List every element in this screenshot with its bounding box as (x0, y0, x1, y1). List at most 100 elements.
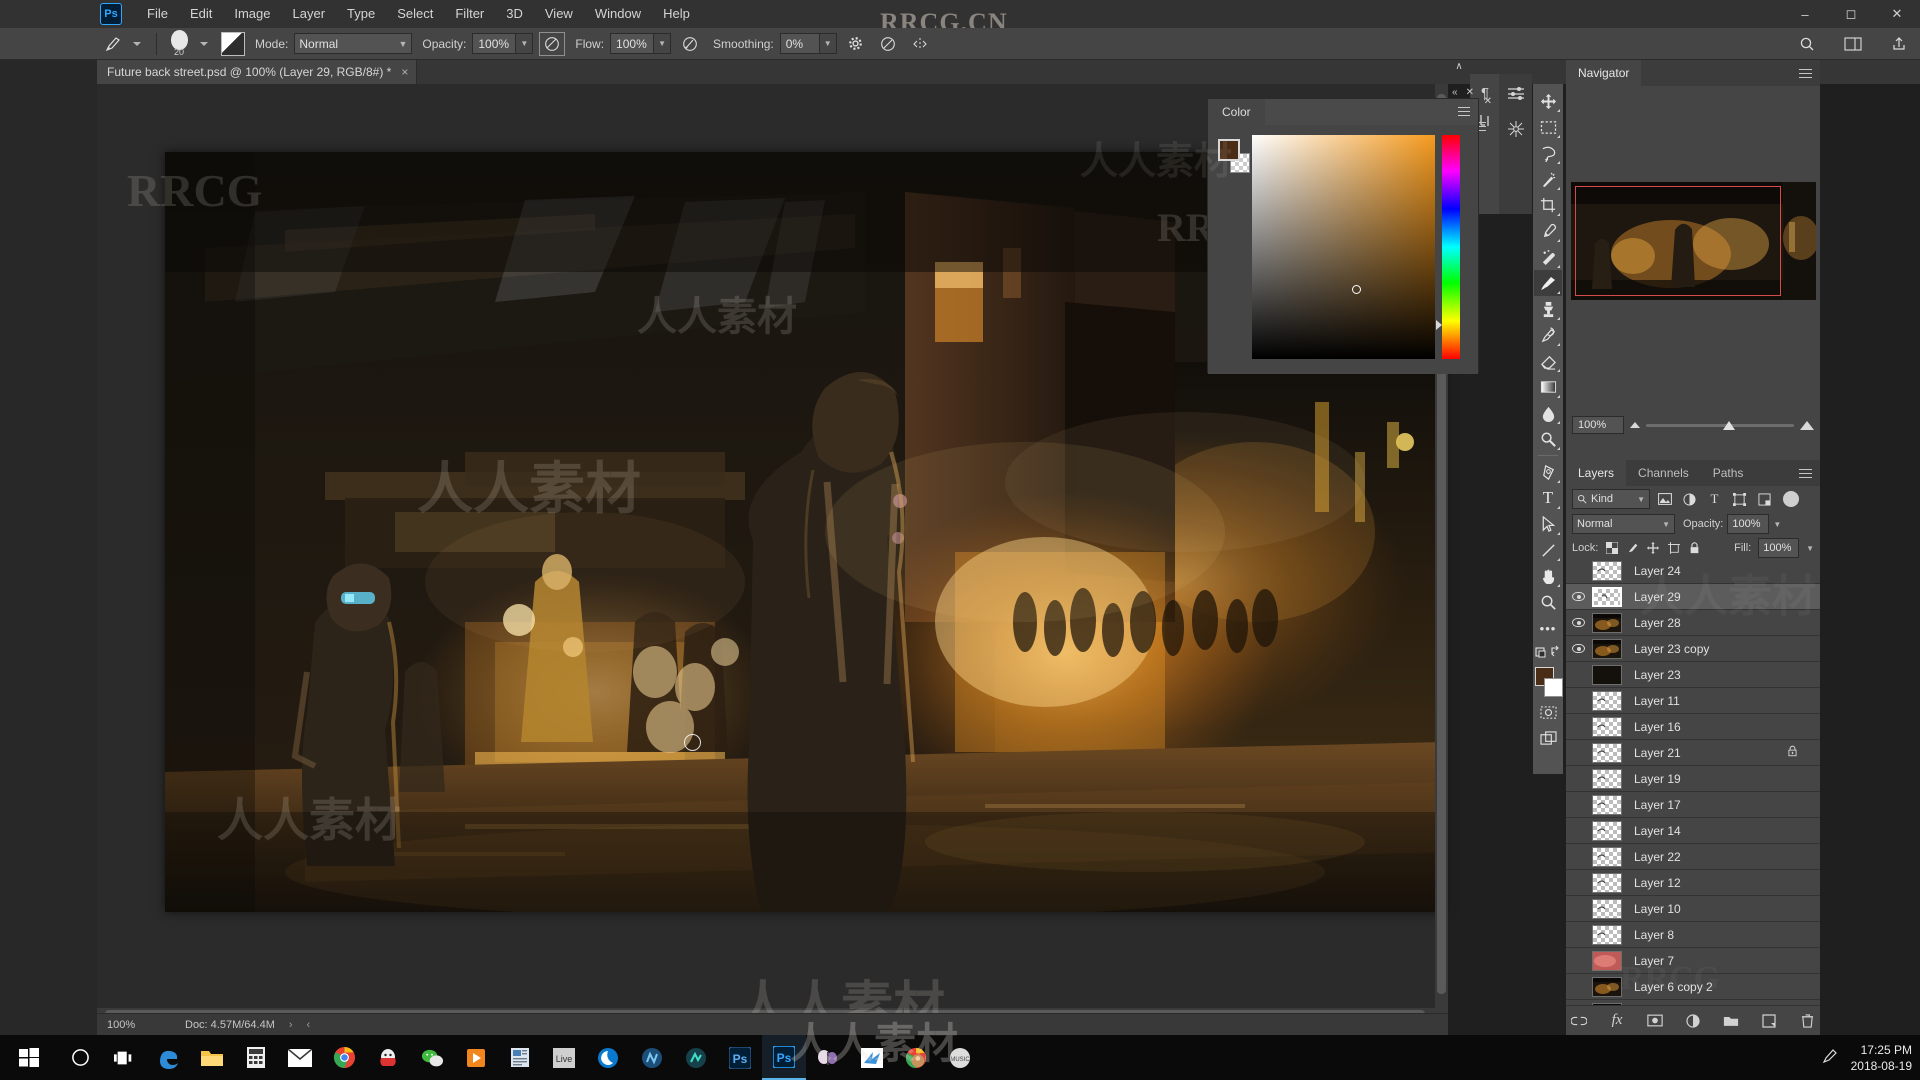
hand-tool[interactable] (1534, 563, 1562, 589)
pressure-size-icon[interactable] (875, 32, 901, 56)
media-player-icon[interactable] (454, 1035, 498, 1080)
quick-mask-icon[interactable] (1534, 699, 1562, 725)
brush-tool-icon[interactable] (100, 31, 126, 57)
edit-toolbar-tool[interactable]: ••• (1534, 615, 1562, 641)
navigator-thumbnail-area[interactable] (1566, 86, 1820, 396)
opacity-input[interactable]: 100% (472, 33, 516, 54)
add-layer-style-icon[interactable]: fx (1608, 1012, 1626, 1030)
hue-slider-handle[interactable] (1436, 320, 1442, 330)
close-dock-icon[interactable]: ✕ (1484, 96, 1492, 107)
menu-filter[interactable]: Filter (444, 0, 495, 28)
foxmail-icon[interactable] (850, 1035, 894, 1080)
collapse-panels-icon[interactable]: ∧ (1449, 58, 1469, 74)
foreground-color-swatch[interactable] (1218, 139, 1240, 161)
brush-panel-toggle-icon[interactable] (221, 32, 245, 56)
layer-thumbnail[interactable] (1592, 769, 1622, 789)
search-icon[interactable] (1794, 32, 1820, 56)
smart-object-filter-icon[interactable] (1754, 489, 1775, 509)
move-tool[interactable] (1534, 88, 1562, 114)
navigator-view-box[interactable] (1575, 186, 1781, 296)
layer-row[interactable]: Layer 7 (1566, 948, 1820, 974)
opacity-stepper[interactable]: ▼ (516, 33, 533, 54)
pen-tray-icon[interactable] (1821, 1047, 1839, 1068)
layer-thumbnail[interactable] (1592, 821, 1622, 841)
layer-thumbnail[interactable] (1592, 613, 1622, 633)
lock-artboard-icon[interactable] (1667, 541, 1681, 555)
butterfly-app-icon[interactable] (806, 1035, 850, 1080)
wechat-icon[interactable] (410, 1035, 454, 1080)
default-colors-swap-row[interactable] (1534, 641, 1562, 663)
layer-fill-input[interactable]: 100% (1758, 538, 1799, 558)
tab-color[interactable]: Color (1208, 99, 1265, 125)
layer-row[interactable]: Layer 22 (1566, 844, 1820, 870)
show-desktop-button[interactable] (1911, 1035, 1916, 1080)
lock-transparent-pixels-icon[interactable] (1605, 541, 1619, 555)
chrome-profile-icon[interactable] (894, 1035, 938, 1080)
workspace-icon[interactable] (1840, 32, 1866, 56)
brush-tool[interactable] (1534, 270, 1562, 296)
navigator-zoom-slider[interactable] (1646, 416, 1794, 434)
layer-thumbnail[interactable] (1592, 561, 1622, 581)
teal-app-icon[interactable] (674, 1035, 718, 1080)
document-tab[interactable]: Future back street.psd @ 100% (Layer 29,… (97, 60, 417, 84)
magic-wand-tool[interactable] (1534, 166, 1562, 192)
restore-button[interactable]: ◻ (1828, 0, 1874, 28)
lock-all-icon[interactable] (1688, 541, 1702, 555)
history-brush-tool[interactable] (1534, 322, 1562, 348)
rectangular-marquee-tool[interactable] (1534, 114, 1562, 140)
path-selection-tool[interactable] (1534, 511, 1562, 537)
lock-image-pixels-icon[interactable] (1626, 541, 1640, 555)
menu-layer[interactable]: Layer (282, 0, 337, 28)
layer-row[interactable]: Layer 23 copy (1566, 636, 1820, 662)
layer-thumbnail[interactable] (1592, 639, 1622, 659)
layer-visibility-toggle[interactable] (1566, 644, 1590, 653)
flow-input[interactable]: 100% (610, 33, 654, 54)
eraser-tool[interactable] (1534, 348, 1562, 374)
layer-row[interactable]: Layer 10 (1566, 896, 1820, 922)
layer-row[interactable]: Layer 14 (1566, 818, 1820, 844)
pressure-opacity-icon[interactable] (539, 32, 565, 56)
share-icon[interactable] (1886, 32, 1912, 56)
status-prev-icon[interactable]: ‹ (307, 1019, 311, 1031)
menu-image[interactable]: Image (223, 0, 281, 28)
styles-panel-icon[interactable] (1503, 116, 1529, 142)
navigator-zoom-input[interactable]: 100% (1572, 416, 1624, 434)
smoothing-input[interactable]: 0% (780, 33, 820, 54)
blur-tool[interactable] (1534, 400, 1562, 426)
shape-filter-icon[interactable] (1729, 489, 1750, 509)
layer-row[interactable]: Layer 29 (1566, 584, 1820, 610)
layer-thumbnail[interactable] (1592, 847, 1622, 867)
layer-row[interactable]: Layer 19 (1566, 766, 1820, 792)
layer-row[interactable]: Layer 6 copy 2 (1566, 974, 1820, 1000)
brush-settings-caret-icon[interactable] (200, 42, 208, 46)
clone-stamp-tool[interactable] (1534, 296, 1562, 322)
navicat-icon[interactable] (630, 1035, 674, 1080)
new-group-icon[interactable] (1722, 1012, 1740, 1030)
navigator-thumbnail[interactable] (1571, 182, 1816, 300)
layer-blend-mode-select[interactable]: Normal ▼ (1572, 514, 1675, 534)
layer-thumbnail[interactable] (1592, 665, 1622, 685)
edge-browser-icon[interactable] (146, 1035, 190, 1080)
layer-row[interactable]: Layer 12 (1566, 870, 1820, 896)
layer-thumbnail[interactable] (1592, 899, 1622, 919)
brush-size-preview[interactable]: 20 (165, 30, 193, 57)
color-panel-swatches[interactable] (1218, 139, 1248, 173)
adjustment-filter-icon[interactable] (1679, 489, 1700, 509)
gradient-tool[interactable] (1534, 374, 1562, 400)
layer-thumbnail[interactable] (1592, 717, 1622, 737)
task-view-icon[interactable] (102, 1035, 146, 1080)
calculator-icon[interactable] (234, 1035, 278, 1080)
mail-icon[interactable] (278, 1035, 322, 1080)
color-panel[interactable]: « ✕ Color (1207, 98, 1479, 373)
line-tool[interactable] (1534, 537, 1562, 563)
chevron-down-icon[interactable]: ▼ (1773, 520, 1781, 529)
pen-tool[interactable] (1534, 459, 1562, 485)
crop-tool[interactable] (1534, 192, 1562, 218)
color-field[interactable] (1252, 135, 1435, 359)
zoom-out-icon[interactable] (1630, 422, 1640, 428)
taskbar-clock[interactable]: 17:25 PM 2018-08-19 (1851, 1042, 1912, 1074)
layer-row[interactable]: Layer 21 (1566, 740, 1820, 766)
photoshop-icon-active[interactable]: Ps (762, 1035, 806, 1080)
menu-select[interactable]: Select (386, 0, 444, 28)
layer-list[interactable]: Layer 24Layer 29Layer 28Layer 23 copyLay… (1566, 558, 1820, 1005)
